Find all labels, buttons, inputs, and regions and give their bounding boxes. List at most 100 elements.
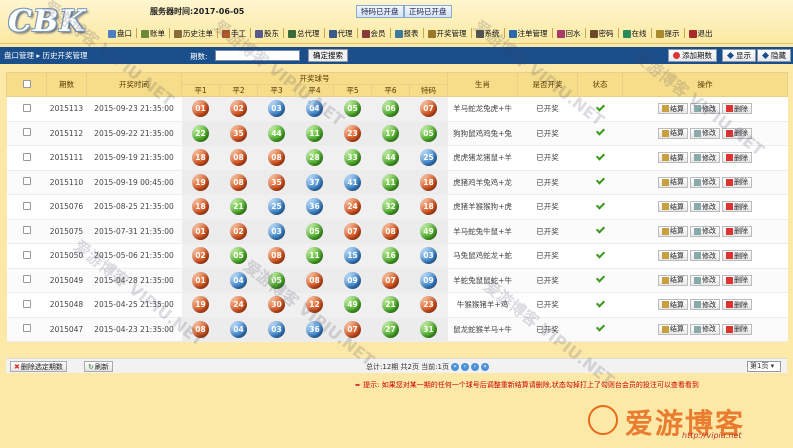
delete-button[interactable]: 删除 xyxy=(722,323,753,335)
delete-button[interactable]: 删除 xyxy=(722,274,753,286)
ball-cell: 28 xyxy=(295,145,334,171)
row-select-cell[interactable] xyxy=(6,219,47,244)
settle-button[interactable]: 结算 xyxy=(658,152,689,164)
search-button[interactable]: 确定搜索 xyxy=(308,49,348,62)
nav-item-15[interactable]: 提示 xyxy=(653,28,683,39)
delete-button[interactable]: 删除 xyxy=(722,176,753,188)
edit-button[interactable]: 修改 xyxy=(690,201,721,213)
normal-status-button[interactable]: 正码已开盘 xyxy=(404,5,452,18)
nav-item-6[interactable]: 代理 xyxy=(326,28,356,39)
row-checkbox[interactable] xyxy=(22,201,31,210)
row-checkbox[interactable] xyxy=(22,275,31,284)
row-select-cell[interactable] xyxy=(6,194,47,220)
agent-icon xyxy=(288,29,296,38)
edit-button[interactable]: 修改 xyxy=(690,225,721,237)
settle-button[interactable]: 结算 xyxy=(658,127,689,139)
nav-item-12[interactable]: 回水 xyxy=(554,28,584,39)
settle-button[interactable]: 结算 xyxy=(658,299,689,311)
select-all-header[interactable] xyxy=(6,72,47,97)
settle-button[interactable]: 结算 xyxy=(658,176,689,188)
edit-button[interactable]: 修改 xyxy=(690,323,721,335)
settle-icon xyxy=(662,203,670,211)
row-checkbox[interactable] xyxy=(22,226,31,235)
row-checkbox[interactable] xyxy=(22,152,31,161)
nav-item-5[interactable]: 总代理 xyxy=(285,28,323,39)
add-period-button[interactable]: 添加期数 xyxy=(668,49,717,62)
row-select-cell[interactable] xyxy=(6,292,47,318)
row-checkbox[interactable] xyxy=(22,299,31,308)
delete-button[interactable]: 删除 xyxy=(722,103,753,115)
delete-button[interactable]: 删除 xyxy=(722,299,753,311)
delete-button[interactable]: 删除 xyxy=(722,225,753,237)
ball-cell: 06 xyxy=(371,96,410,122)
zodiac-cell: 鼠龙蛇猴羊马+牛 xyxy=(447,317,518,342)
next-page-icon[interactable]: › xyxy=(470,363,479,371)
row-select-cell[interactable] xyxy=(6,145,47,171)
pencil-icon xyxy=(694,252,702,260)
edit-button[interactable]: 修改 xyxy=(690,152,721,164)
row-select-cell[interactable] xyxy=(6,96,47,122)
edit-button[interactable]: 修改 xyxy=(690,103,721,115)
prev-page-icon[interactable]: ‹ xyxy=(460,363,469,371)
last-page-icon[interactable]: » xyxy=(480,363,489,371)
nav-item-1[interactable]: 账单 xyxy=(138,28,168,39)
row-checkbox[interactable] xyxy=(22,250,31,259)
row-select-cell[interactable] xyxy=(6,317,47,342)
settle-button[interactable]: 结算 xyxy=(658,103,689,115)
table-row: 2015048 2015-04-25 21:35:00 19 24 30 12 49 21 23… xyxy=(6,292,788,318)
edit-button[interactable]: 修改 xyxy=(690,299,721,311)
nav-item-10[interactable]: 系统 xyxy=(473,28,503,39)
ball-cell: 07 xyxy=(333,219,372,244)
settle-button[interactable]: 结算 xyxy=(658,201,689,213)
delete-button[interactable]: 删除 xyxy=(722,127,753,139)
nav-item-14[interactable]: 在线 xyxy=(620,28,650,39)
row-select-cell[interactable] xyxy=(6,243,47,269)
refresh-button[interactable]: ↻ 刷新 xyxy=(84,361,113,372)
delete-selected-button[interactable]: ✖ 删除选定期数 xyxy=(10,361,67,372)
edit-button[interactable]: 修改 xyxy=(690,127,721,139)
nav-item-11[interactable]: 注单管理 xyxy=(506,28,551,39)
settle-button[interactable]: 结算 xyxy=(658,225,689,237)
row-select-cell[interactable] xyxy=(6,121,47,146)
row-select-cell[interactable] xyxy=(6,268,47,293)
edit-button[interactable]: 修改 xyxy=(690,274,721,286)
nav-item-4[interactable]: 股东 xyxy=(252,28,282,39)
page-select[interactable]: 第1页 ▾ xyxy=(747,361,781,372)
ball-cell: 41 xyxy=(333,170,372,195)
settle-button[interactable]: 结算 xyxy=(658,323,689,335)
nav-item-13[interactable]: 密码 xyxy=(587,28,617,39)
nav-item-3[interactable]: 手工 xyxy=(219,28,249,39)
row-checkbox[interactable] xyxy=(22,177,31,186)
edit-button[interactable]: 修改 xyxy=(690,176,721,188)
show-button[interactable]: 显示 xyxy=(722,49,756,62)
nav-item-2[interactable]: 历史注单 xyxy=(171,28,216,39)
ball-cell: 11 xyxy=(371,170,410,195)
nav-item-7[interactable]: 会员 xyxy=(359,28,389,39)
ball-cell: 05 xyxy=(295,219,334,244)
nav-item-16[interactable]: 退出 xyxy=(686,28,716,39)
nav-separator xyxy=(650,28,652,38)
nav-item-8[interactable]: 报表 xyxy=(392,28,422,39)
special-status-button[interactable]: 特码已开盘 xyxy=(356,5,404,18)
select-all-checkbox[interactable] xyxy=(22,79,31,88)
delete-button[interactable]: 删除 xyxy=(722,250,753,262)
edit-button[interactable]: 修改 xyxy=(690,250,721,262)
row-checkbox[interactable] xyxy=(22,103,31,112)
delete-button[interactable]: 删除 xyxy=(722,201,753,213)
nav-item-0[interactable]: 盘口 xyxy=(105,28,135,39)
first-page-icon[interactable]: « xyxy=(450,363,459,371)
row-checkbox[interactable] xyxy=(22,128,31,137)
row-checkbox[interactable] xyxy=(22,324,31,333)
nav-item-9[interactable]: 开奖管理 xyxy=(425,28,470,39)
period-search-input[interactable] xyxy=(215,50,300,61)
ball-cell: 16 xyxy=(371,243,410,269)
checkmark-icon xyxy=(596,104,605,112)
hide-button[interactable]: 隐藏 xyxy=(757,49,791,62)
row-select-cell[interactable] xyxy=(6,170,47,195)
ball-red: 02 xyxy=(230,222,247,240)
settle-button[interactable]: 结算 xyxy=(658,274,689,286)
ball-cell: 12 xyxy=(295,292,334,318)
lottery-icon xyxy=(427,29,436,38)
settle-button[interactable]: 结算 xyxy=(658,250,689,262)
delete-button[interactable]: 删除 xyxy=(722,152,753,164)
